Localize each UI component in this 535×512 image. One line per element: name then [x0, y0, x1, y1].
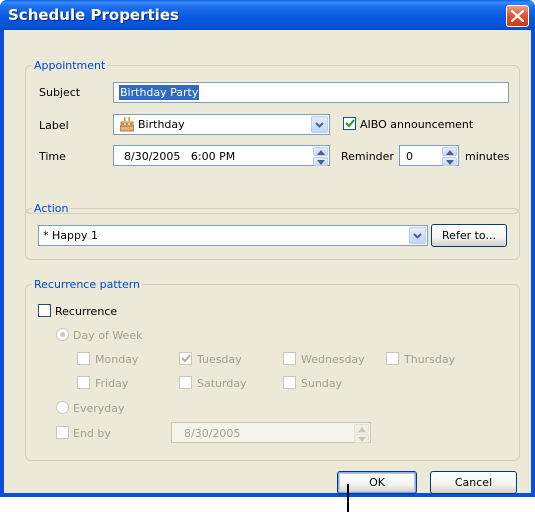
subject-input[interactable]: Birthday Party [113, 82, 509, 103]
ok-button[interactable]: OK [337, 471, 417, 494]
time-spin-up[interactable] [313, 147, 328, 156]
action-legend: Action [34, 202, 69, 215]
subject-label: Subject [39, 86, 81, 99]
reminder-spinner[interactable] [442, 147, 457, 166]
end-by-checkbox[interactable] [56, 426, 69, 439]
arrow-down-icon [358, 437, 366, 442]
tuesday-checkbox[interactable] [179, 352, 192, 365]
time-spinner[interactable] [313, 147, 328, 166]
label-select[interactable]: Birthday [113, 114, 330, 135]
wednesday-checkbox[interactable] [283, 352, 296, 365]
radio-dot [60, 332, 65, 337]
action-dropdown-button[interactable] [409, 227, 426, 244]
friday-label: Friday [95, 377, 129, 390]
window-title: Schedule Properties [8, 6, 179, 24]
checkmark-icon [345, 119, 355, 128]
action-select-value: * Happy 1 [43, 229, 98, 242]
appointment-legend: Appointment [34, 59, 106, 72]
thursday-label: Thursday [404, 353, 456, 366]
end-by-spinner[interactable] [354, 424, 369, 443]
title-bar[interactable]: Schedule Properties [0, 0, 535, 30]
end-by-value: 8/30/2005 [184, 427, 241, 440]
monday-label: Monday [95, 353, 139, 366]
day-of-week-label: Day of Week [73, 329, 143, 342]
minutes-label: minutes [465, 150, 510, 163]
arrow-down-icon [446, 160, 454, 165]
tuesday-label: Tuesday [197, 353, 242, 366]
cancel-button[interactable]: Cancel [430, 471, 517, 494]
mouse-pointer-line [347, 484, 349, 512]
refer-to-button[interactable]: Refer to... [431, 224, 507, 247]
reminder-input[interactable]: 0 [399, 145, 459, 166]
end-by-label: End by [73, 427, 111, 440]
wednesday-label: Wednesday [301, 353, 365, 366]
time-input[interactable]: 8/30/2005 6:00 PM [113, 145, 330, 166]
time-value: 8/30/2005 6:00 PM [124, 150, 236, 163]
dialog-body: Appointment Subject Birthday Party Label… [4, 30, 531, 494]
arrow-up-icon [446, 150, 454, 155]
sunday-checkbox[interactable] [283, 376, 296, 389]
time-spin-down[interactable] [313, 157, 328, 166]
label-label: Label [39, 119, 69, 132]
time-label: Time [39, 150, 66, 163]
label-dropdown-button[interactable] [311, 116, 328, 133]
dialog-window: Schedule Properties Appointment Subject … [0, 0, 535, 497]
recurrence-checkbox[interactable] [38, 304, 51, 317]
end-by-input[interactable]: 8/30/2005 [171, 422, 371, 443]
recurrence-label[interactable]: Recurrence [55, 305, 117, 318]
everyday-radio[interactable] [56, 401, 69, 414]
subject-value: Birthday Party [119, 85, 200, 100]
day-of-week-radio[interactable] [56, 328, 69, 341]
action-select[interactable]: * Happy 1 [38, 225, 428, 246]
reminder-label: Reminder [341, 150, 394, 163]
arrow-down-icon [317, 160, 325, 165]
label-select-value: Birthday [138, 118, 185, 131]
checkmark-icon [181, 354, 191, 363]
chevron-down-icon [315, 122, 324, 128]
arrow-up-icon [317, 150, 325, 155]
close-icon [511, 10, 524, 22]
aibo-checkbox[interactable] [343, 117, 356, 130]
end-by-spin-down[interactable] [354, 434, 369, 443]
birthday-cake-icon [120, 117, 134, 132]
recurrence-legend: Recurrence pattern [34, 278, 141, 291]
sunday-label: Sunday [301, 377, 343, 390]
aibo-label[interactable]: AIBO announcement [360, 118, 473, 131]
chevron-down-icon [413, 233, 422, 239]
reminder-value: 0 [406, 150, 413, 163]
saturday-label: Saturday [197, 377, 247, 390]
reminder-spin-up[interactable] [442, 147, 457, 156]
arrow-up-icon [358, 427, 366, 432]
friday-checkbox[interactable] [77, 376, 90, 389]
saturday-checkbox[interactable] [179, 376, 192, 389]
monday-checkbox[interactable] [77, 352, 90, 365]
close-button[interactable] [506, 5, 529, 27]
thursday-checkbox[interactable] [386, 352, 399, 365]
reminder-spin-down[interactable] [442, 157, 457, 166]
end-by-spin-up[interactable] [354, 424, 369, 433]
everyday-label: Everyday [73, 402, 125, 415]
